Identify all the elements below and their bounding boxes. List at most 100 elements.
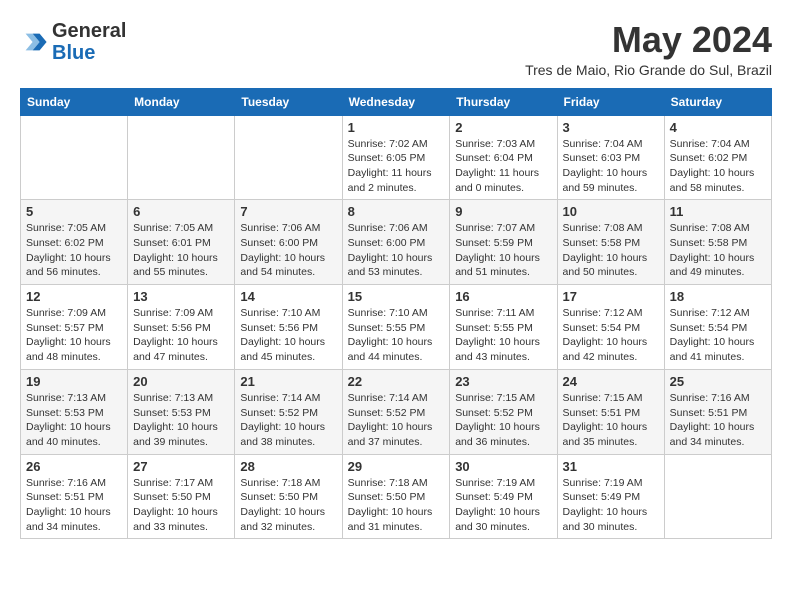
cell-content: Sunrise: 7:05 AM Sunset: 6:01 PM Dayligh…: [133, 221, 229, 280]
calendar-cell: 25 Sunrise: 7:16 AM Sunset: 5:51 PM Dayli…: [664, 369, 771, 454]
day-number: 5: [26, 204, 122, 219]
calendar-cell: 17Sunrise: 7:12 AM Sunset: 5:54 PM Dayli…: [557, 285, 664, 370]
calendar-cell: 9 Sunrise: 7:07 AM Sunset: 5:59 PM Daylig…: [450, 200, 557, 285]
day-header-friday: Friday: [557, 88, 664, 115]
cell-content: Sunrise: 7:05 AM Sunset: 6:02 PM Dayligh…: [26, 221, 122, 280]
day-number: 28: [240, 459, 336, 474]
cell-content: Sunrise: 7:02 AM Sunset: 6:05 PM Dayligh…: [348, 137, 445, 196]
calendar-cell: 27 Sunrise: 7:17 AM Sunset: 5:50 PM Dayli…: [128, 454, 235, 539]
day-number: 6: [133, 204, 229, 219]
cell-content: Sunrise: 7:06 AM Sunset: 6:00 PM Dayligh…: [348, 221, 445, 280]
cell-content: Sunrise: 7:09 AM Sunset: 5:57 PM Dayligh…: [26, 306, 122, 365]
cell-content: Sunrise: 7:17 AM Sunset: 5:50 PM Dayligh…: [133, 476, 229, 535]
calendar-cell: 23 Sunrise: 7:15 AM Sunset: 5:52 PM Dayli…: [450, 369, 557, 454]
week-row-1: 1 Sunrise: 7:02 AM Sunset: 6:05 PM Daylig…: [21, 115, 772, 200]
calendar-cell: [664, 454, 771, 539]
day-header-wednesday: Wednesday: [342, 88, 450, 115]
calendar-cell: 21 Sunrise: 7:14 AM Sunset: 5:52 PM Dayli…: [235, 369, 342, 454]
calendar-cell: 16Sunrise: 7:11 AM Sunset: 5:55 PM Dayli…: [450, 285, 557, 370]
cell-content: Sunrise: 7:07 AM Sunset: 5:59 PM Dayligh…: [455, 221, 551, 280]
calendar-cell: 2 Sunrise: 7:03 AM Sunset: 6:04 PM Daylig…: [450, 115, 557, 200]
day-number: 31: [563, 459, 659, 474]
cell-content: Sunrise: 7:09 AM Sunset: 5:56 PM Dayligh…: [133, 306, 229, 365]
day-header-saturday: Saturday: [664, 88, 771, 115]
day-number: 3: [563, 120, 659, 135]
day-number: 15: [348, 289, 445, 304]
calendar-cell: 18Sunrise: 7:12 AM Sunset: 5:54 PM Dayli…: [664, 285, 771, 370]
day-number: 4: [670, 120, 766, 135]
logo-blue-text: Blue: [52, 42, 95, 64]
cell-content: Sunrise: 7:10 AM Sunset: 5:55 PM Dayligh…: [348, 306, 445, 365]
cell-content: Sunrise: 7:13 AM Sunset: 5:53 PM Dayligh…: [26, 391, 122, 450]
cell-content: Sunrise: 7:04 AM Sunset: 6:03 PM Dayligh…: [563, 137, 659, 196]
day-header-thursday: Thursday: [450, 88, 557, 115]
calendar-cell: 13 Sunrise: 7:09 AM Sunset: 5:56 PM Dayli…: [128, 285, 235, 370]
day-number: 10: [563, 204, 659, 219]
calendar-cell: 28 Sunrise: 7:18 AM Sunset: 5:50 PM Dayli…: [235, 454, 342, 539]
day-number: 22: [348, 374, 445, 389]
calendar-cell: [128, 115, 235, 200]
day-number: 8: [348, 204, 445, 219]
calendar-cell: 19Sunrise: 7:13 AM Sunset: 5:53 PM Dayli…: [21, 369, 128, 454]
cell-content: Sunrise: 7:16 AM Sunset: 5:51 PM Dayligh…: [670, 391, 766, 450]
cell-content: Sunrise: 7:19 AM Sunset: 5:49 PM Dayligh…: [563, 476, 659, 535]
day-header-sunday: Sunday: [21, 88, 128, 115]
day-number: 2: [455, 120, 551, 135]
cell-content: Sunrise: 7:03 AM Sunset: 6:04 PM Dayligh…: [455, 137, 551, 196]
calendar-cell: 29 Sunrise: 7:18 AM Sunset: 5:50 PM Dayli…: [342, 454, 450, 539]
calendar-cell: 12 Sunrise: 7:09 AM Sunset: 5:57 PM Dayli…: [21, 285, 128, 370]
day-number: 20: [133, 374, 229, 389]
day-number: 26: [26, 459, 122, 474]
day-number: 24: [563, 374, 659, 389]
cell-content: Sunrise: 7:16 AM Sunset: 5:51 PM Dayligh…: [26, 476, 122, 535]
day-number: 25: [670, 374, 766, 389]
calendar-cell: 24Sunrise: 7:15 AM Sunset: 5:51 PM Dayli…: [557, 369, 664, 454]
cell-content: Sunrise: 7:18 AM Sunset: 5:50 PM Dayligh…: [348, 476, 445, 535]
day-number: 29: [348, 459, 445, 474]
calendar-cell: 26 Sunrise: 7:16 AM Sunset: 5:51 PM Dayli…: [21, 454, 128, 539]
day-number: 13: [133, 289, 229, 304]
day-number: 30: [455, 459, 551, 474]
calendar-cell: 15 Sunrise: 7:10 AM Sunset: 5:55 PM Dayli…: [342, 285, 450, 370]
day-number: 23: [455, 374, 551, 389]
week-row-5: 26 Sunrise: 7:16 AM Sunset: 5:51 PM Dayli…: [21, 454, 772, 539]
calendar-cell: 10Sunrise: 7:08 AM Sunset: 5:58 PM Dayli…: [557, 200, 664, 285]
calendar-header: SundayMondayTuesdayWednesdayThursdayFrid…: [21, 88, 772, 115]
day-number: 16: [455, 289, 551, 304]
calendar-table: SundayMondayTuesdayWednesdayThursdayFrid…: [20, 88, 772, 540]
day-number: 14: [240, 289, 336, 304]
day-header-monday: Monday: [128, 88, 235, 115]
calendar-cell: 22Sunrise: 7:14 AM Sunset: 5:52 PM Dayli…: [342, 369, 450, 454]
calendar-cell: 7Sunrise: 7:06 AM Sunset: 6:00 PM Daylig…: [235, 200, 342, 285]
day-number: 27: [133, 459, 229, 474]
cell-content: Sunrise: 7:14 AM Sunset: 5:52 PM Dayligh…: [240, 391, 336, 450]
day-number: 21: [240, 374, 336, 389]
cell-content: Sunrise: 7:12 AM Sunset: 5:54 PM Dayligh…: [670, 306, 766, 365]
calendar-cell: 8 Sunrise: 7:06 AM Sunset: 6:00 PM Daylig…: [342, 200, 450, 285]
day-header-tuesday: Tuesday: [235, 88, 342, 115]
logo-icon: [20, 28, 48, 56]
calendar-cell: 4Sunrise: 7:04 AM Sunset: 6:02 PM Daylig…: [664, 115, 771, 200]
calendar-cell: [21, 115, 128, 200]
cell-content: Sunrise: 7:12 AM Sunset: 5:54 PM Dayligh…: [563, 306, 659, 365]
week-row-3: 12 Sunrise: 7:09 AM Sunset: 5:57 PM Dayli…: [21, 285, 772, 370]
calendar-cell: 5 Sunrise: 7:05 AM Sunset: 6:02 PM Daylig…: [21, 200, 128, 285]
cell-content: Sunrise: 7:06 AM Sunset: 6:00 PM Dayligh…: [240, 221, 336, 280]
cell-content: Sunrise: 7:13 AM Sunset: 5:53 PM Dayligh…: [133, 391, 229, 450]
calendar-cell: 6 Sunrise: 7:05 AM Sunset: 6:01 PM Daylig…: [128, 200, 235, 285]
day-number: 1: [348, 120, 445, 135]
cell-content: Sunrise: 7:18 AM Sunset: 5:50 PM Dayligh…: [240, 476, 336, 535]
day-number: 11: [670, 204, 766, 219]
title-block: May 2024 Tres de Maio, Rio Grande do Sul…: [525, 20, 772, 78]
calendar-cell: 11Sunrise: 7:08 AM Sunset: 5:58 PM Dayli…: [664, 200, 771, 285]
day-number: 12: [26, 289, 122, 304]
logo-general-text: General: [52, 20, 126, 42]
cell-content: Sunrise: 7:15 AM Sunset: 5:52 PM Dayligh…: [455, 391, 551, 450]
week-row-4: 19Sunrise: 7:13 AM Sunset: 5:53 PM Dayli…: [21, 369, 772, 454]
location-text: Tres de Maio, Rio Grande do Sul, Brazil: [525, 62, 772, 78]
page-header: General Blue May 2024 Tres de Maio, Rio …: [20, 20, 772, 78]
day-number: 9: [455, 204, 551, 219]
cell-content: Sunrise: 7:19 AM Sunset: 5:49 PM Dayligh…: [455, 476, 551, 535]
calendar-cell: 31 Sunrise: 7:19 AM Sunset: 5:49 PM Dayli…: [557, 454, 664, 539]
logo: General Blue: [20, 20, 126, 64]
